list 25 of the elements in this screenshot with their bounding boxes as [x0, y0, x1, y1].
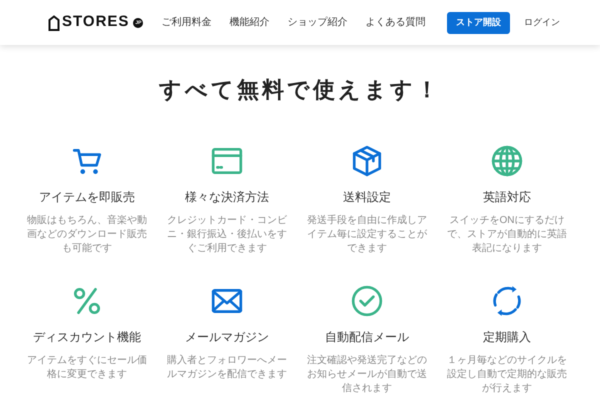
feature-title: ディスカウント機能	[33, 329, 141, 346]
feature-title: 英語対応	[483, 189, 531, 206]
logo-text: STORES	[62, 12, 130, 32]
open-store-button[interactable]: ストア開設	[447, 12, 510, 34]
feature-description: 発送手段を自由に作成しアイテム毎に設定することができます	[306, 214, 428, 256]
feature-description: スイッチをONにするだけで、ストアが自動的に英語表記になります	[446, 214, 568, 256]
feature-description: アイテムをすぐにセール価格に変更できます	[26, 354, 148, 382]
feature-title: メールマガジン	[185, 329, 269, 346]
page-heading: すべて無料で使えます！	[158, 76, 442, 104]
nav-link[interactable]: ご利用料金	[161, 15, 212, 30]
feature-description: 注文確認や発送完了などのお知らせメールが自動で送信されます	[306, 354, 428, 396]
feature-title: アイテムを即販売	[39, 189, 135, 206]
nav-link[interactable]: ショップ紹介	[287, 15, 348, 30]
login-link[interactable]: ログイン	[524, 16, 560, 30]
feature-description: クレジットカード・コンビニ・銀行振込・後払いをすぐご利用できます	[166, 214, 288, 256]
feature-title: 自動配信メール	[325, 329, 409, 346]
feature-description: １ヶ月毎などのサイクルを設定し自動で定期的な販売が行えます	[446, 354, 568, 396]
feature-title: 送料設定	[343, 189, 391, 206]
feature-description: 購入者とフォロワーへメールマガジンを配信できます	[166, 354, 288, 382]
house-icon	[48, 14, 60, 30]
feature-title: 様々な決済方法	[185, 189, 269, 206]
feature-title: 定期購入	[483, 329, 531, 346]
feature-description: 物販はもちろん、音楽や動画などのダウンロード販売も可能です	[26, 214, 148, 256]
nav-link[interactable]: よくある質問	[365, 15, 426, 30]
nav-link[interactable]: 機能紹介	[229, 15, 270, 30]
